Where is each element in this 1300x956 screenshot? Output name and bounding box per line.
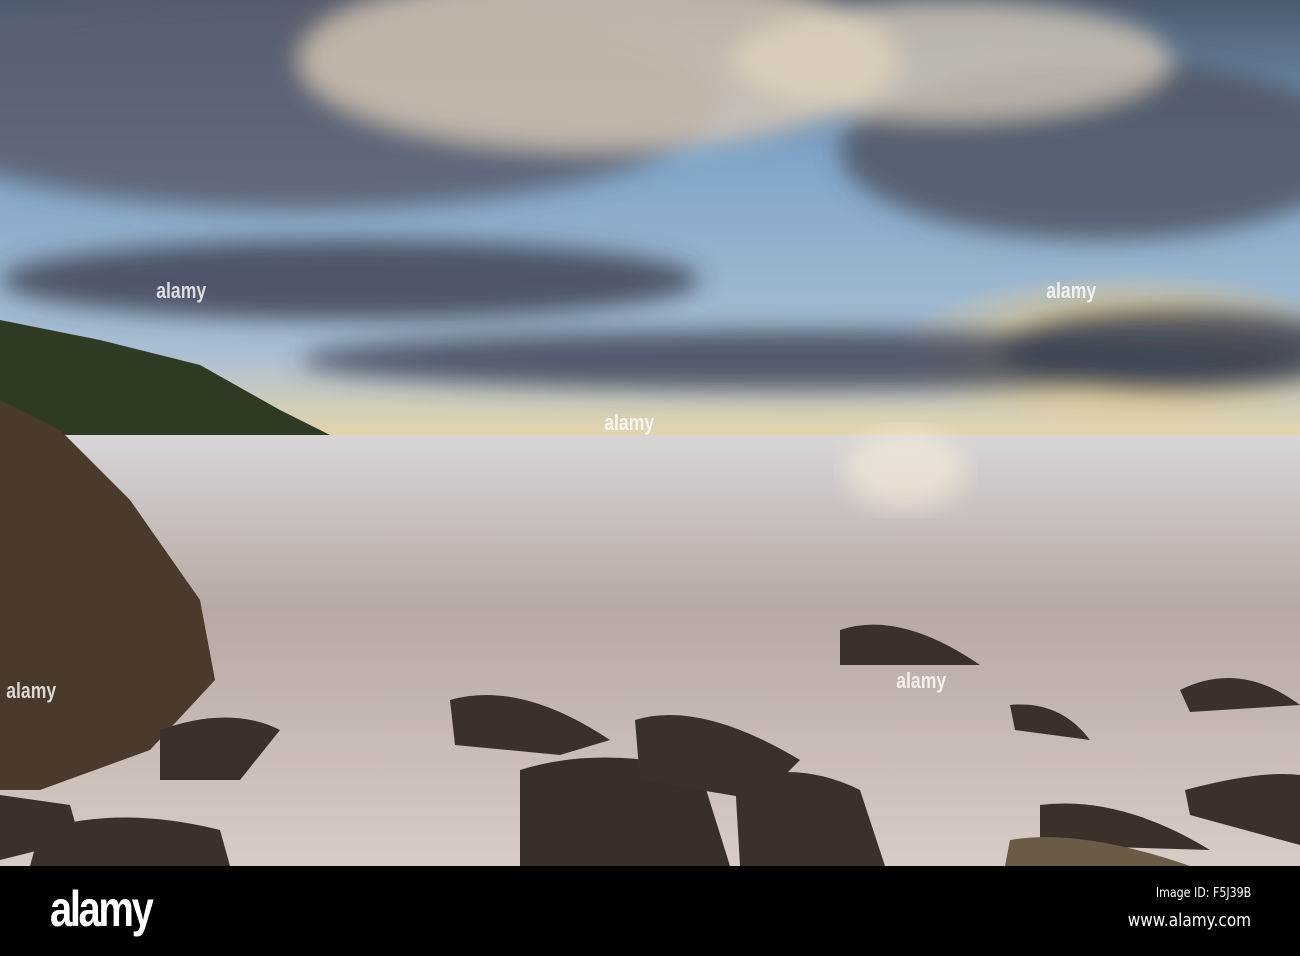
site-url: www.alamy.com	[1127, 910, 1251, 931]
watermark: alamy	[604, 410, 655, 435]
watermark: alamy	[896, 668, 947, 693]
watermark: alamy	[6, 678, 57, 703]
image-id: Image ID: F5J39B	[1155, 886, 1251, 901]
footer-bar: alamy Image ID: F5J39B www.alamy.com	[0, 866, 1300, 956]
watermark: alamy	[156, 278, 207, 303]
watermark: alamy	[1046, 278, 1097, 303]
alamy-logo: alamy	[50, 881, 154, 937]
